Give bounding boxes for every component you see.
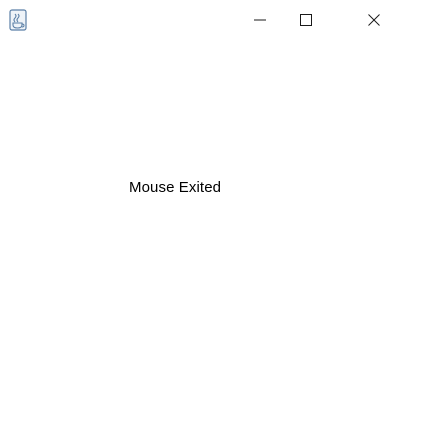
maximize-button[interactable] xyxy=(283,0,329,40)
close-icon xyxy=(368,14,380,26)
maximize-icon xyxy=(300,14,312,26)
java-coffee-cup-icon[interactable] xyxy=(9,9,27,31)
mouse-status-label: Mouse Exited xyxy=(129,179,222,196)
title-bar[interactable] xyxy=(0,0,425,40)
close-button[interactable] xyxy=(351,0,397,40)
minimize-button[interactable] xyxy=(237,0,283,40)
minimize-icon xyxy=(254,19,266,21)
app-window: Mouse Exited xyxy=(0,0,425,435)
content-panel[interactable]: Mouse Exited xyxy=(0,40,425,435)
